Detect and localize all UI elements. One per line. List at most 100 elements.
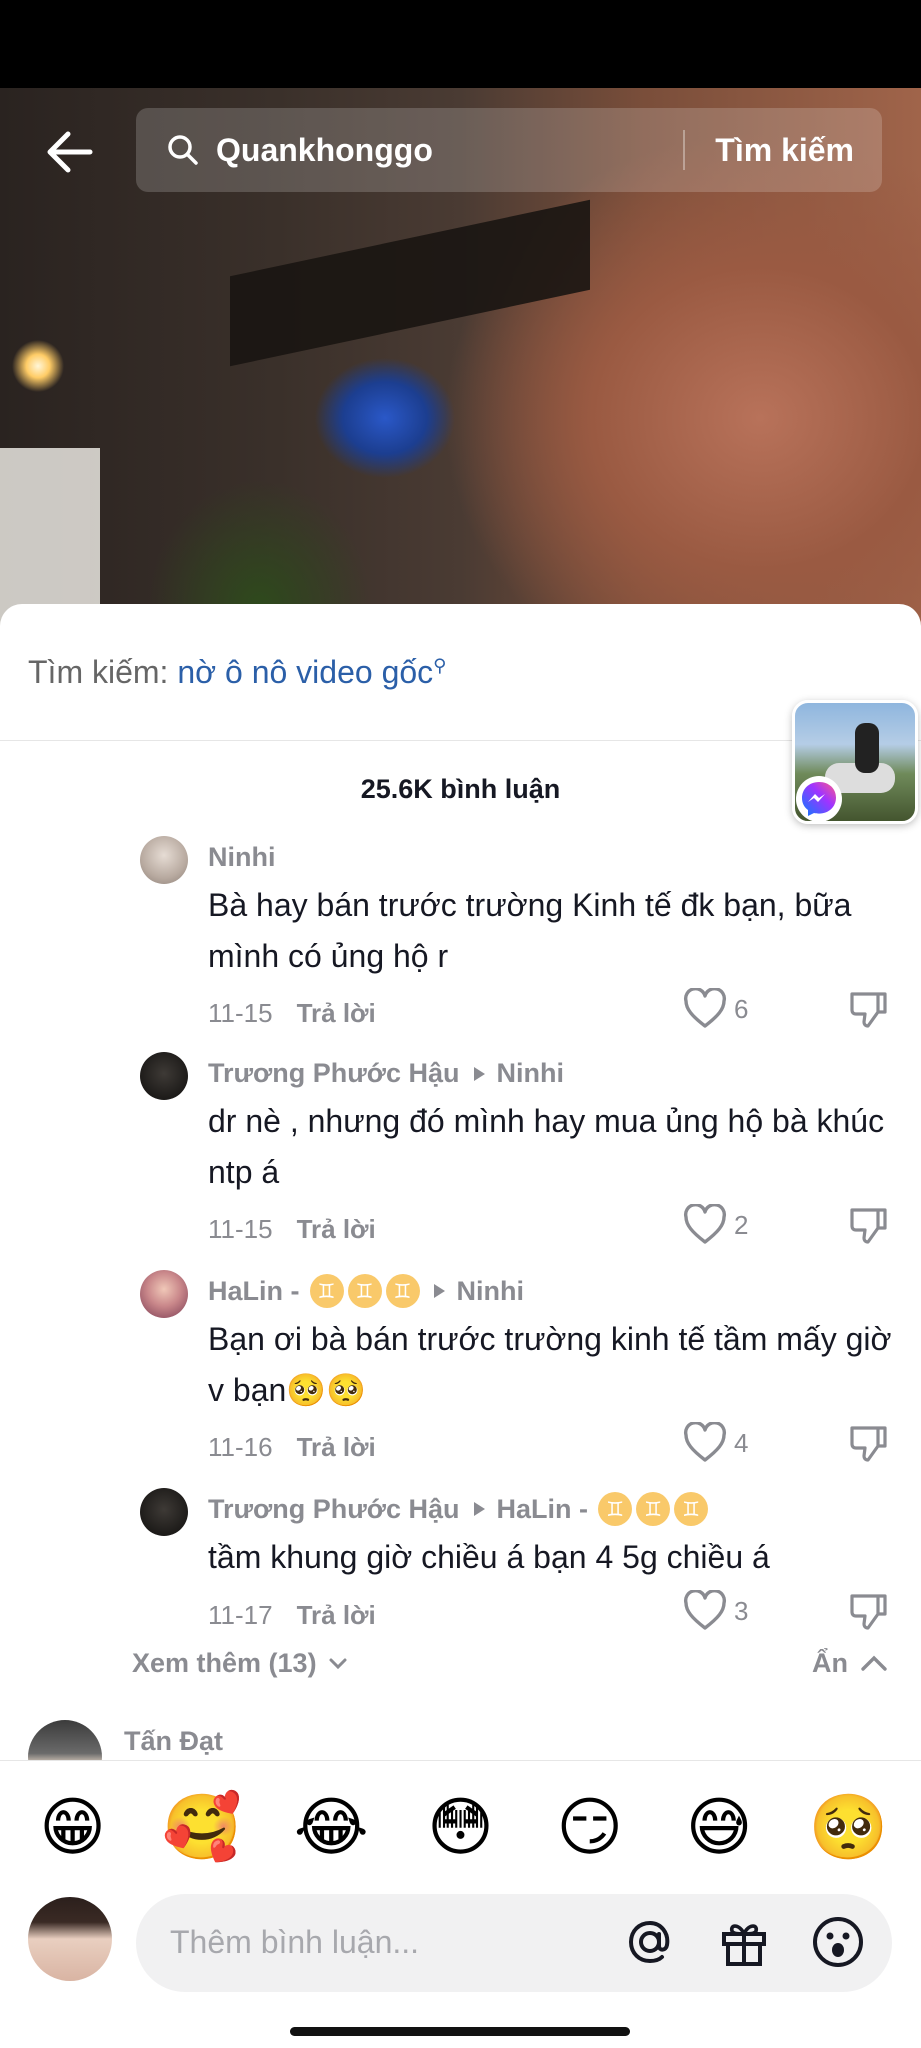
search-button[interactable]: Tìm kiếm	[685, 132, 882, 169]
thumbs-down-icon	[850, 1208, 887, 1244]
comment-text: Bạn ơi bà bán trước trường kinh tế tầm m…	[208, 1321, 892, 1408]
like-button[interactable]: 6	[682, 988, 748, 1030]
comment-text: tầm khung giờ chiều á bạn 4 5g chiều á	[208, 1539, 770, 1575]
emoji-icon[interactable]	[810, 1914, 866, 1970]
avatar[interactable]	[140, 1052, 188, 1100]
suggestion-prefix: Tìm kiếm:	[28, 654, 169, 690]
comment-author[interactable]: Ninhi	[208, 842, 276, 873]
reply-button[interactable]: Trả lời	[297, 1214, 376, 1244]
like-button[interactable]: 2	[682, 1204, 748, 1246]
comment-date: 11-16	[208, 1432, 273, 1462]
comment-text: Bà hay bán trước trường Kinh tế đk bạn, …	[208, 887, 852, 974]
status-bar	[0, 0, 921, 88]
video-background	[230, 199, 590, 367]
search-suggestion[interactable]: Tìm kiếm: nờ ô nô video gốc⚲	[28, 654, 446, 691]
quick-emoji-row: 😁 🥰 😂 😳 😏 😅 🥺	[0, 1795, 921, 1859]
emoji-button[interactable]: 🥰	[162, 1795, 242, 1859]
avatar[interactable]	[140, 1488, 188, 1536]
comment-author[interactable]: HaLin - ♊ ♊ ♊ Ninhi	[208, 1274, 524, 1308]
my-avatar[interactable]	[28, 1897, 112, 1981]
gemini-badges: ♊ ♊ ♊	[598, 1492, 709, 1526]
gemini-icon: ♊	[674, 1492, 709, 1526]
emoji-button[interactable]: 🥺	[808, 1795, 888, 1859]
reply-to-name[interactable]: HaLin -	[497, 1494, 589, 1525]
reply-button[interactable]: Trả lời	[297, 998, 376, 1028]
comment-author[interactable]: Trương Phước Hậu Ninhi	[208, 1058, 564, 1089]
search-small-icon: ⚲	[433, 655, 447, 676]
comment-text: dr nè , nhưng đó mình hay mua ủng hộ bà …	[208, 1103, 885, 1190]
author-name[interactable]: Trương Phước Hậu	[208, 1058, 460, 1089]
reply-arrow-icon	[473, 1066, 485, 1081]
gemini-icon: ♊	[309, 1274, 344, 1308]
chevron-down-icon	[329, 1658, 347, 1669]
avatar[interactable]	[140, 1270, 188, 1318]
comment-date: 11-15	[208, 998, 273, 1028]
reply-to-name[interactable]: Ninhi	[457, 1276, 525, 1307]
view-more-label[interactable]: Xem thêm (13)	[132, 1648, 317, 1679]
dislike-button[interactable]	[848, 1204, 890, 1251]
comment-date: 11-17	[208, 1600, 273, 1630]
emoji-button[interactable]: 😅	[679, 1795, 759, 1859]
video-background	[0, 448, 100, 628]
at-icon[interactable]	[622, 1914, 678, 1970]
search-query[interactable]: Quankhonggo	[216, 132, 683, 169]
author-name[interactable]: Trương Phước Hậu	[208, 1494, 460, 1525]
avatar[interactable]	[140, 836, 188, 884]
author-name[interactable]: Ninhi	[208, 842, 276, 873]
thumbnail-image	[855, 723, 879, 773]
comment-placeholder[interactable]: Thêm bình luận...	[170, 1924, 419, 1961]
comment-input[interactable]: Thêm bình luận...	[136, 1894, 892, 1992]
reply-button[interactable]: Trả lời	[297, 1600, 376, 1630]
arrow-left-icon	[47, 131, 93, 173]
gemini-badges: ♊ ♊ ♊	[309, 1274, 420, 1308]
home-indicator	[290, 2027, 630, 2036]
divider	[0, 740, 921, 741]
suggestion-term[interactable]: nờ ô nô video gốc	[177, 654, 433, 690]
gemini-icon: ♊	[636, 1492, 671, 1526]
like-button[interactable]: 3	[682, 1590, 748, 1632]
like-count: 6	[734, 993, 749, 1024]
comment-date: 11-15	[208, 1214, 273, 1244]
heart-icon	[683, 1204, 727, 1244]
comment-author[interactable]: Trương Phước Hậu HaLin - ♊ ♊ ♊	[208, 1492, 709, 1526]
heart-icon	[683, 1590, 727, 1630]
gift-icon[interactable]	[716, 1914, 772, 1970]
reply-arrow-icon	[433, 1284, 445, 1298]
like-count: 2	[734, 1209, 749, 1240]
search-icon	[168, 135, 198, 165]
gemini-icon: ♊	[385, 1274, 420, 1308]
reply-button[interactable]: Trả lời	[297, 1432, 376, 1462]
emoji-button[interactable]: 😏	[550, 1795, 630, 1859]
comment-count: 25.6K bình luận	[360, 774, 561, 804]
reply-to-name[interactable]: Ninhi	[497, 1058, 565, 1089]
gemini-icon: ♊	[598, 1492, 633, 1526]
author-name[interactable]: HaLin -	[208, 1276, 300, 1307]
dislike-button[interactable]	[848, 1422, 890, 1469]
emoji-button[interactable]: 😁	[33, 1795, 113, 1859]
hide-label[interactable]: Ẩn	[812, 1648, 848, 1679]
comment-meta: 11-15 Trả lời	[208, 1214, 376, 1245]
hide-replies[interactable]: Ẩn	[812, 1648, 890, 1679]
comment-meta: 11-16 Trả lời	[208, 1432, 376, 1463]
search-bar[interactable]: Quankhonggo Tìm kiếm	[136, 108, 882, 192]
like-count: 3	[734, 1595, 749, 1626]
heart-icon	[683, 988, 727, 1028]
view-more-replies[interactable]: Xem thêm (13)	[132, 1648, 351, 1679]
emoji-button[interactable]: 😂	[291, 1795, 371, 1859]
dislike-button[interactable]	[848, 1590, 890, 1637]
thumbs-down-icon	[850, 992, 887, 1028]
reply-arrow-icon	[473, 1502, 485, 1516]
chevron-up-icon	[861, 1655, 887, 1671]
comment-meta: 11-17 Trả lời	[208, 1600, 376, 1631]
comment-meta: 11-15 Trả lời	[208, 998, 376, 1029]
emoji-button[interactable]: 😳	[420, 1795, 500, 1859]
like-button[interactable]: 4	[682, 1422, 748, 1464]
comment-composer: 😁 🥰 😂 😳 😏 😅 🥺 Thêm bình luận...	[0, 1760, 921, 2048]
like-count: 4	[734, 1427, 749, 1458]
heart-icon	[683, 1422, 727, 1462]
thumbs-down-icon	[850, 1594, 887, 1630]
dislike-button[interactable]	[848, 988, 890, 1035]
author-name[interactable]: Tấn Đạt	[124, 1726, 223, 1757]
back-button[interactable]	[40, 120, 104, 184]
gemini-icon: ♊	[347, 1274, 382, 1308]
